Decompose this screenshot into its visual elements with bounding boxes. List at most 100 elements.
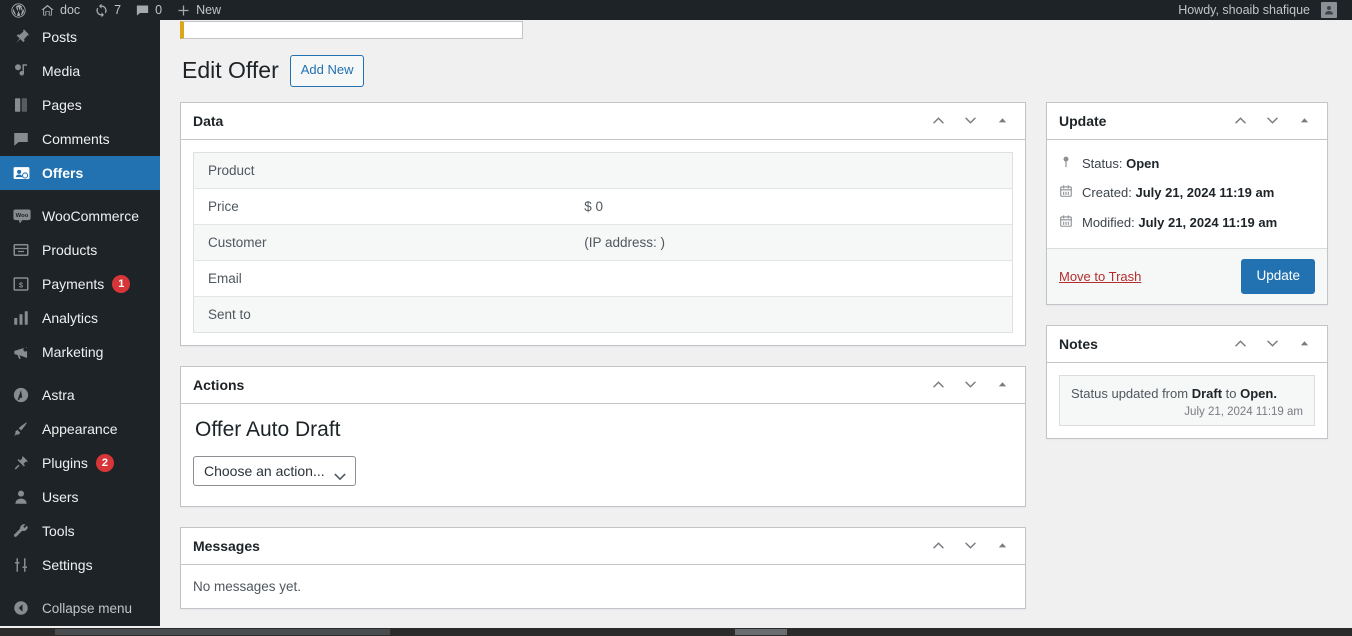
- comments-menu[interactable]: 0: [128, 0, 169, 20]
- row-value: [570, 260, 1012, 296]
- note-text: Status updated from Draft to Open.: [1071, 385, 1303, 404]
- status-text: Status: Open: [1082, 154, 1159, 174]
- choose-action-select[interactable]: Choose an action...: [193, 455, 356, 486]
- table-row: Customer (IP address: ): [193, 224, 1013, 261]
- sidebar-item-label: Marketing: [42, 344, 104, 360]
- scrollbar-thumb[interactable]: [55, 629, 390, 635]
- chevron-down-icon[interactable]: [959, 110, 981, 132]
- horizontal-scrollbar[interactable]: [0, 628, 1352, 636]
- created-label: Created:: [1082, 185, 1132, 201]
- pin-marker-icon: [1059, 154, 1075, 169]
- side-column: Update Status: Open Created: July 21, 20…: [1046, 101, 1328, 460]
- content-area: Edit Offer Add New Data Product Price $ …: [160, 20, 1352, 626]
- sidebar-item-label: Users: [42, 489, 79, 505]
- offer-data-table: Product Price $ 0 Customer (IP address: …: [193, 151, 1013, 333]
- chevron-up-icon[interactable]: [1229, 333, 1251, 355]
- messages-empty-text: No messages yet.: [193, 578, 302, 594]
- chevron-up-icon[interactable]: [927, 535, 949, 557]
- chevron-up-icon[interactable]: [1229, 110, 1251, 132]
- sidebar-item-astra[interactable]: Astra: [0, 378, 160, 412]
- table-row: Price $ 0: [193, 188, 1013, 225]
- sidebar-item-marketing[interactable]: Marketing: [0, 335, 160, 369]
- messages-postbox-header: Messages: [181, 528, 1025, 565]
- my-account-menu[interactable]: Howdy, shoaib shafique: [1171, 0, 1344, 20]
- update-postbox: Update Status: Open Created: July 21, 20…: [1046, 101, 1328, 305]
- notes-postbox-header: Notes: [1047, 326, 1327, 363]
- sidebar-item-offers[interactable]: Offers: [0, 156, 168, 190]
- sidebar-item-woocommerce[interactable]: Woo WooCommerce: [0, 199, 160, 233]
- handle-actions: [927, 535, 1013, 557]
- chevron-down-icon[interactable]: [1261, 333, 1283, 355]
- table-row: Product: [193, 152, 1013, 189]
- collapse-arrow-icon: [12, 598, 36, 618]
- sidebar-item-users[interactable]: Users: [0, 480, 160, 514]
- svg-text:$: $: [19, 280, 24, 289]
- data-postbox-header: Data: [181, 103, 1025, 140]
- row-label: Price: [208, 198, 239, 214]
- howdy-label: Howdy, shoaib shafique: [1178, 3, 1310, 17]
- new-content-label: New: [196, 3, 222, 17]
- pin-icon: [12, 27, 36, 47]
- modified-value: July 21, 2024 11:19 am: [1138, 214, 1278, 230]
- handle-actions: [927, 374, 1013, 396]
- astra-icon: [12, 385, 36, 405]
- sidebar-item-label: Media: [42, 63, 81, 79]
- megaphone-icon: [12, 342, 36, 362]
- updates-menu[interactable]: 7: [87, 0, 128, 20]
- sidebar-item-label: Products: [42, 242, 98, 258]
- offer-status-heading: Offer Auto Draft: [195, 417, 341, 441]
- row-label: Sent to: [208, 306, 251, 322]
- chevron-down-icon[interactable]: [959, 374, 981, 396]
- menu-separator: [0, 190, 160, 199]
- sidebar-item-label: Plugins: [42, 455, 88, 471]
- menu-separator: [0, 582, 160, 591]
- chevron-up-icon[interactable]: [927, 110, 949, 132]
- chevron-down-icon[interactable]: [1261, 110, 1283, 132]
- calendar-icon: [1059, 213, 1075, 228]
- updates-count: 7: [114, 3, 122, 17]
- table-row: Email: [193, 260, 1013, 297]
- toggle-triangle-icon[interactable]: [991, 535, 1013, 557]
- update-button[interactable]: Update: [1241, 259, 1315, 294]
- columns-wrapper: Data Product Price $ 0 Customer (IP addr…: [180, 101, 1332, 626]
- sidebar-item-analytics[interactable]: Analytics: [0, 301, 160, 335]
- chevron-up-icon[interactable]: [927, 374, 949, 396]
- sidebar-badge-plugins: 2: [95, 454, 114, 472]
- sidebar-item-media[interactable]: Media: [0, 54, 160, 88]
- plus-icon: [176, 3, 191, 18]
- toggle-triangle-icon[interactable]: [1293, 110, 1315, 132]
- collapse-menu-button[interactable]: Collapse menu: [0, 591, 160, 625]
- site-name-menu[interactable]: doc: [33, 0, 87, 20]
- sidebar-item-settings[interactable]: Settings: [0, 548, 160, 582]
- note-item: Status updated from Draft to Open. July …: [1059, 374, 1315, 427]
- sidebar-item-label: Offers: [42, 165, 84, 181]
- add-new-button[interactable]: Add New: [289, 55, 365, 87]
- sidebar-item-label: Analytics: [42, 310, 99, 326]
- toggle-triangle-icon[interactable]: [991, 374, 1013, 396]
- sidebar-item-plugins[interactable]: Plugins 2: [0, 446, 160, 480]
- sidebar-item-tools[interactable]: Tools: [0, 514, 160, 548]
- actions-postbox-inside: Offer Auto Draft Choose an action...: [181, 404, 1025, 506]
- update-misc-publishing-actions: Status: Open Created: July 21, 2024 11:1…: [1047, 140, 1327, 249]
- move-to-trash-link[interactable]: Move to Trash: [1059, 269, 1141, 284]
- row-label: Email: [208, 270, 242, 286]
- woocommerce-icon: Woo: [12, 206, 36, 226]
- sidebar-item-appearance[interactable]: Appearance: [0, 412, 160, 446]
- sidebar-item-comments[interactable]: Comments: [0, 122, 160, 156]
- sidebar-item-label: Settings: [42, 557, 93, 573]
- note-text-mid: to: [1222, 385, 1241, 401]
- page-header: Edit Offer Add New: [180, 55, 1332, 87]
- messages-postbox-title: Messages: [193, 537, 260, 554]
- sidebar-item-products[interactable]: Products: [0, 233, 160, 267]
- new-content-menu[interactable]: New: [169, 0, 228, 20]
- data-postbox-title: Data: [193, 112, 224, 129]
- toggle-triangle-icon[interactable]: [1293, 333, 1315, 355]
- sidebar-item-posts[interactable]: Posts: [0, 20, 160, 54]
- toggle-triangle-icon[interactable]: [991, 110, 1013, 132]
- scrollbar-thumb-secondary[interactable]: [735, 629, 787, 635]
- sidebar-item-pages[interactable]: Pages: [0, 88, 160, 122]
- chevron-down-icon[interactable]: [959, 535, 981, 557]
- sidebar-item-payments[interactable]: $ Payments 1: [0, 267, 160, 301]
- wordpress-logo-menu[interactable]: [0, 0, 33, 20]
- sidebar-item-label: WooCommerce: [42, 208, 139, 224]
